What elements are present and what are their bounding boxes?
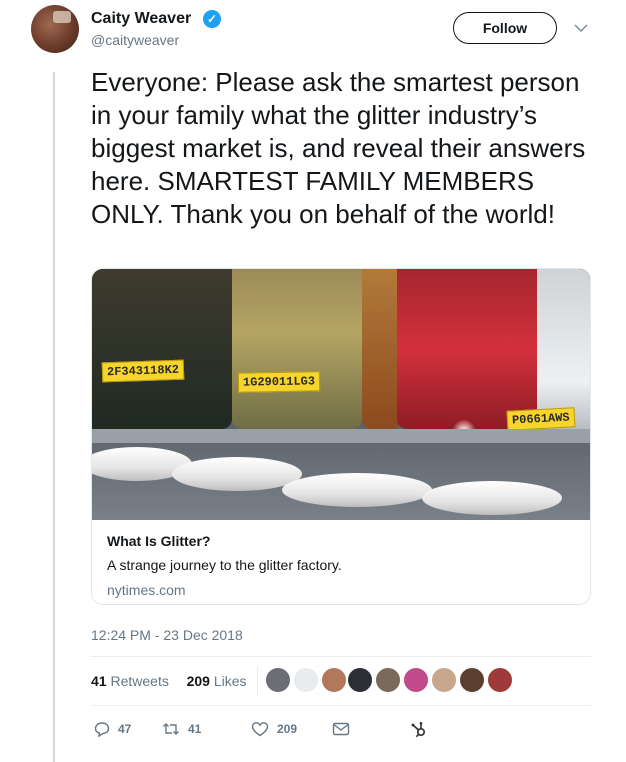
analytics-button[interactable] — [410, 721, 428, 739]
follow-button[interactable]: Follow — [453, 12, 557, 44]
link-card[interactable]: 2F343118K2 1G29011LG3 P0661AWS What Is G… — [91, 268, 591, 605]
direct-message-button[interactable] — [332, 722, 350, 736]
card-image[interactable]: 2F343118K2 1G29011LG3 P0661AWS — [92, 269, 590, 520]
card-title[interactable]: What Is Glitter? — [107, 533, 575, 549]
retweets-label[interactable]: Retweets — [110, 673, 168, 689]
envelope-icon — [332, 722, 350, 736]
glitter-jar-dark — [92, 269, 232, 429]
likes-count[interactable]: 209 — [187, 673, 210, 689]
shelf-edge — [92, 429, 590, 443]
jar-lid — [422, 481, 562, 515]
retweet-icon — [162, 721, 180, 737]
card-body[interactable]: What Is Glitter? A strange journey to th… — [92, 520, 590, 604]
like-button[interactable]: 209 — [251, 721, 297, 737]
avatar-detail — [53, 11, 71, 23]
liker-avatar[interactable] — [264, 666, 292, 694]
liker-avatar[interactable] — [320, 666, 348, 694]
divider — [91, 705, 591, 706]
liker-avatar[interactable] — [430, 666, 458, 694]
tweet-timestamp[interactable]: 12:24 PM - 23 Dec 2018 — [91, 627, 243, 643]
jar-label: 2F343118K2 — [101, 359, 185, 383]
thread-line — [53, 72, 55, 762]
chevron-down-icon[interactable] — [574, 20, 588, 36]
author-handle[interactable]: @caityweaver — [91, 32, 179, 48]
hubspot-sprocket-icon — [410, 721, 428, 739]
glitter-jar-copper — [362, 269, 402, 429]
glitter-jar-red — [397, 269, 537, 429]
retweet-count: 41 — [188, 722, 202, 736]
reply-button[interactable]: 47 — [94, 721, 131, 737]
card-description: A strange journey to the glitter factory… — [107, 557, 342, 573]
card-domain: nytimes.com — [107, 582, 186, 598]
liker-avatar[interactable] — [458, 666, 486, 694]
liker-avatar[interactable] — [402, 666, 430, 694]
jar-label: P0661AWS — [506, 407, 576, 431]
like-count: 209 — [277, 722, 298, 736]
divider — [91, 656, 591, 657]
likes-label[interactable]: Likes — [214, 673, 247, 689]
author-display-name[interactable]: Caity Weaver — [91, 10, 191, 28]
jar-lid — [282, 473, 432, 507]
glitter-jar-gold — [232, 269, 362, 429]
liker-avatar[interactable] — [486, 666, 514, 694]
heart-icon — [251, 721, 269, 737]
reply-icon — [94, 721, 110, 737]
liker-avatar[interactable] — [292, 666, 320, 694]
retweets-count[interactable]: 41 — [91, 673, 107, 689]
retweet-button[interactable]: 41 — [162, 721, 201, 737]
jar-label: 1G29011LG3 — [237, 371, 321, 393]
liker-avatars — [257, 666, 514, 696]
glitter-jar-white — [537, 269, 590, 429]
author-avatar[interactable] — [31, 5, 79, 53]
tweet-stats: 41 Retweets 209 Likes — [91, 673, 247, 689]
verified-check-icon: ✓ — [203, 10, 221, 28]
tweet-text: Everyone: Please ask the smartest person… — [91, 67, 586, 229]
liker-avatar[interactable] — [346, 666, 374, 694]
reply-count: 47 — [118, 722, 132, 736]
liker-avatar[interactable] — [374, 666, 402, 694]
